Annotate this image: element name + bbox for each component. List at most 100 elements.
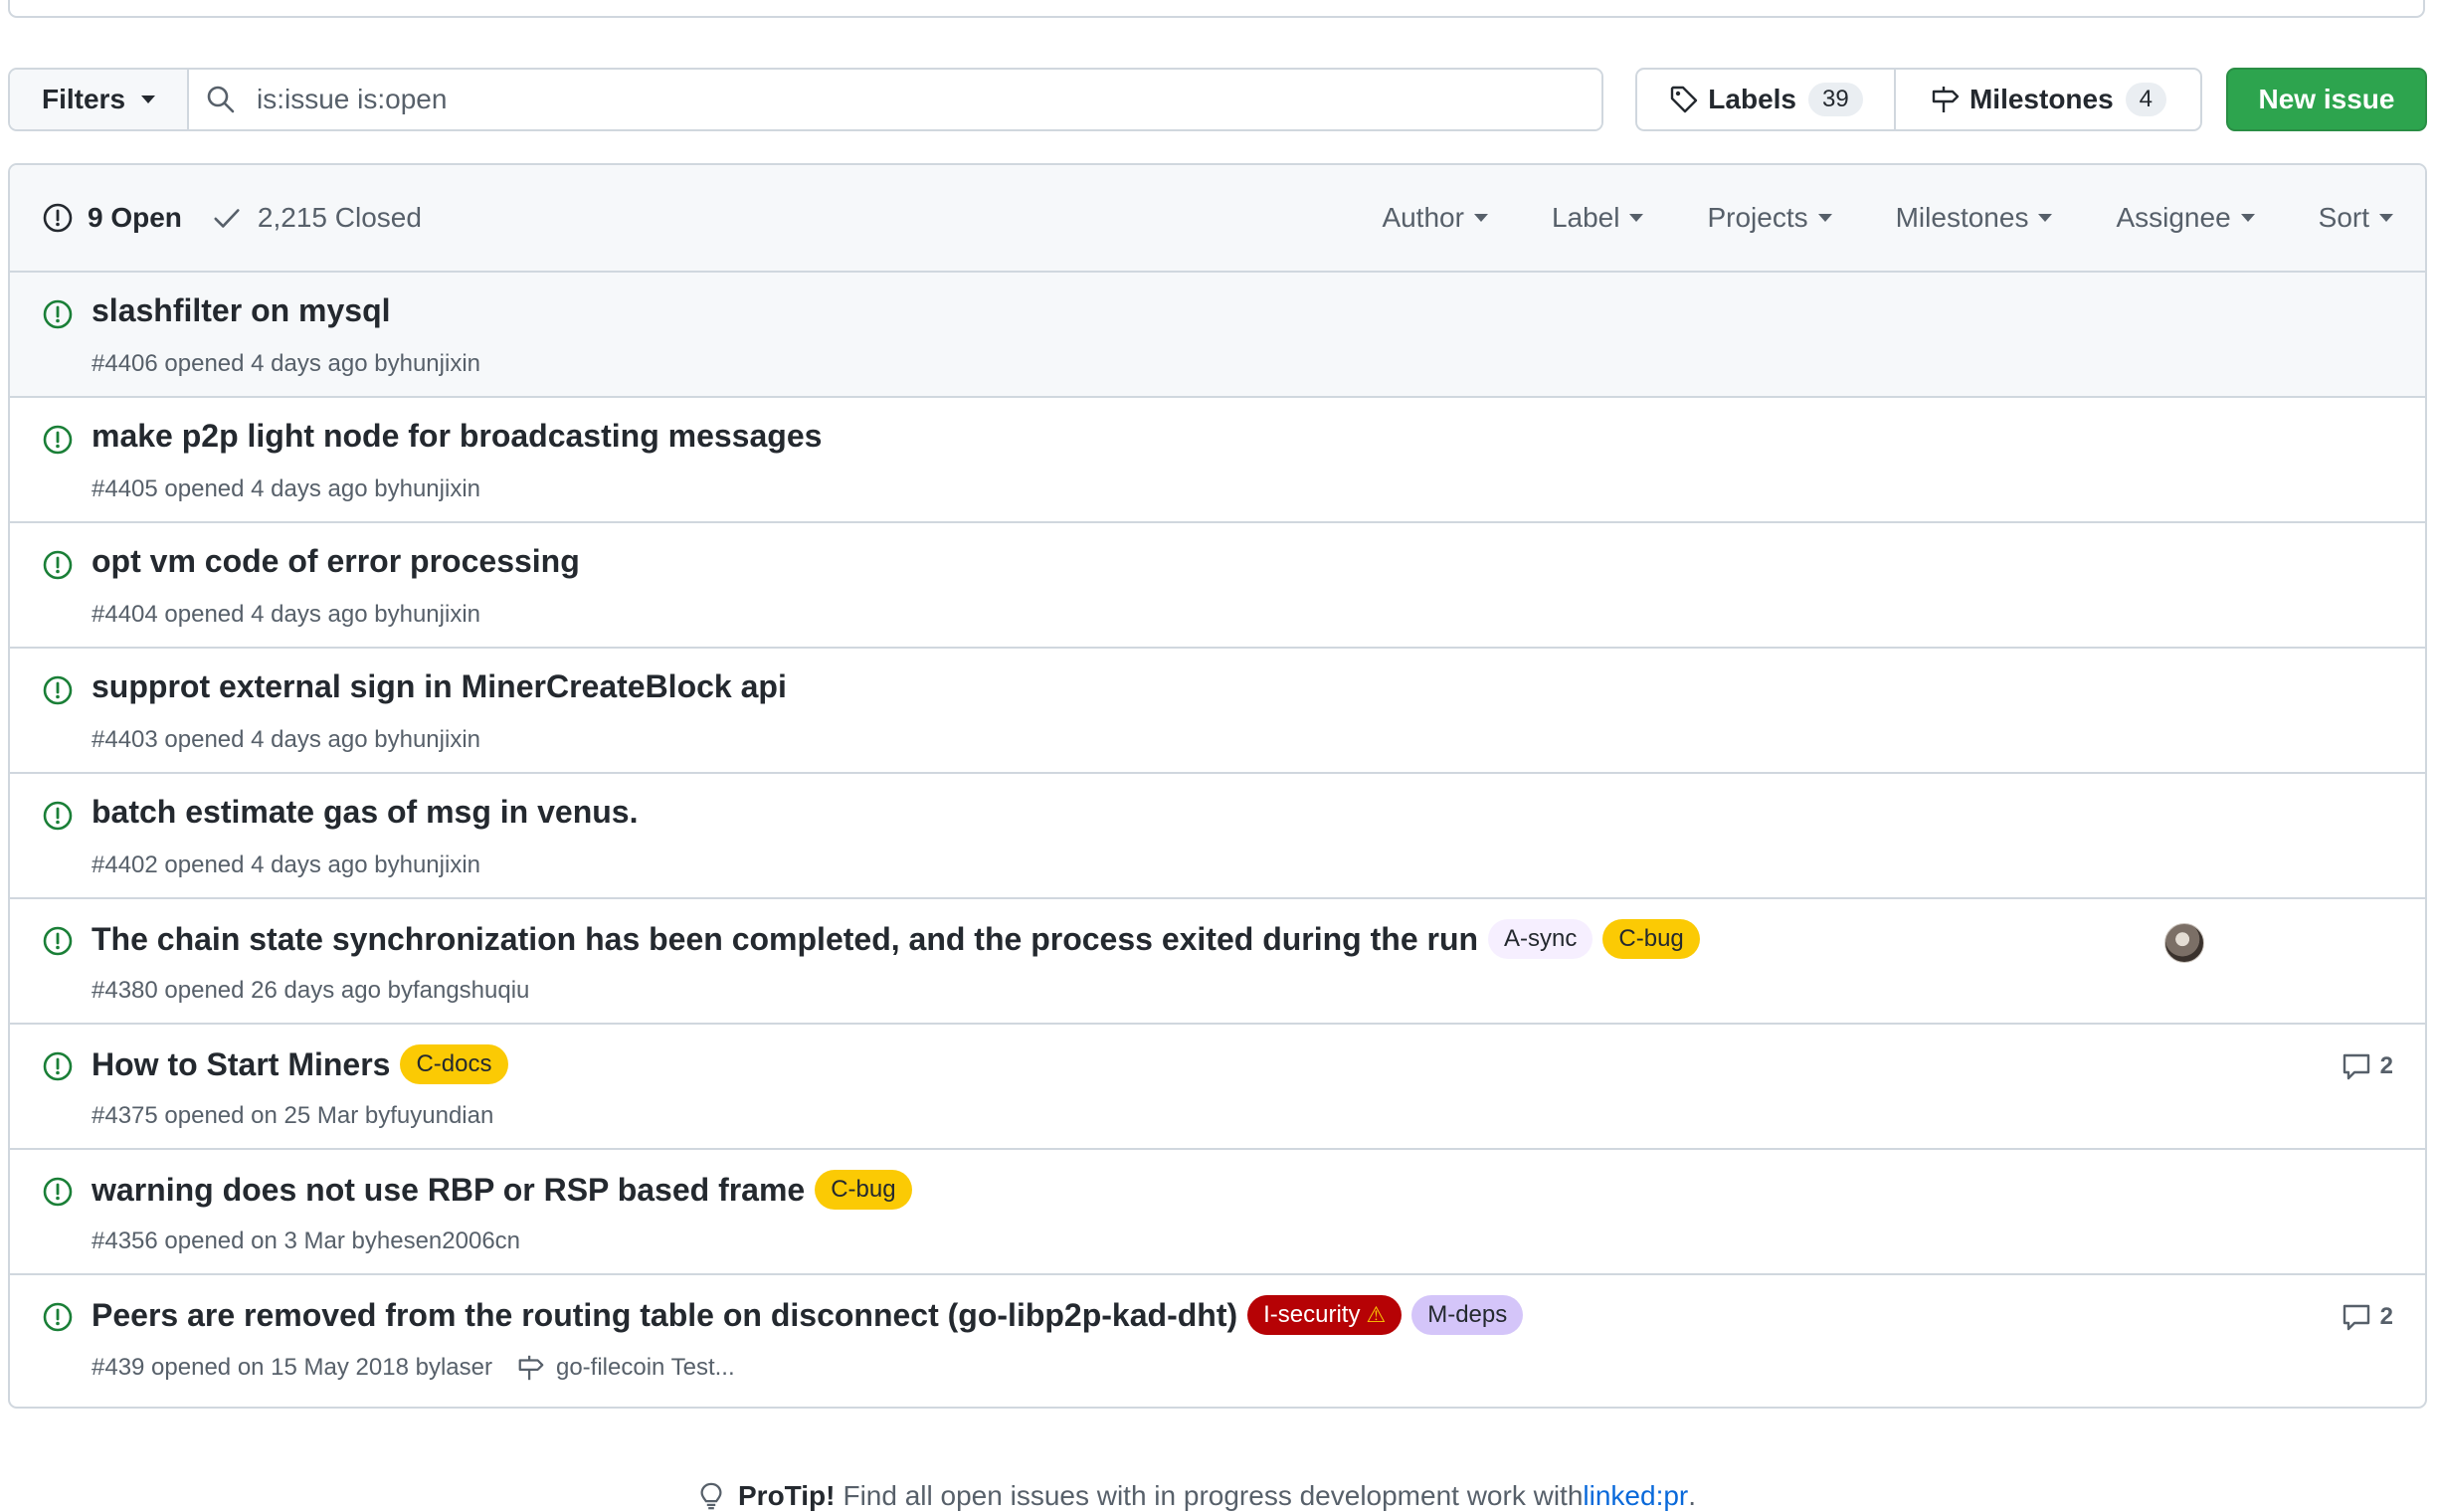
- label-c-bug[interactable]: C-bug: [1602, 919, 1700, 959]
- label-c-docs[interactable]: C-docs: [400, 1044, 508, 1084]
- milestones-count: 4: [2125, 83, 2167, 116]
- labels-milestones-group: Labels 39 Milestones 4: [1635, 68, 2202, 131]
- protip-text: Find all open issues with in progress de…: [843, 1480, 1584, 1511]
- issue-title-link[interactable]: How to Start Miners: [92, 1046, 390, 1083]
- comments-count: 2: [2379, 1303, 2393, 1330]
- issue-row[interactable]: Peers are removed from the routing table…: [10, 1275, 2425, 1401]
- issue-row[interactable]: batch estimate gas of msg in venus. #440…: [10, 774, 2425, 899]
- protip: ProTip! Find all open issues with in pro…: [696, 1480, 1696, 1512]
- search-field-wrap: [189, 70, 1601, 129]
- issue-title-link[interactable]: warning does not use RBP or RSP based fr…: [92, 1172, 805, 1209]
- protip-lead: ProTip!: [738, 1480, 836, 1511]
- issue-row[interactable]: opt vm code of error processing #4404 op…: [10, 523, 2425, 649]
- search-icon: [207, 86, 235, 113]
- label-m-deps[interactable]: M-deps: [1411, 1295, 1524, 1335]
- issue-opened-icon: [43, 801, 73, 831]
- issue-opened-icon: [43, 550, 73, 580]
- issue-author-link[interactable]: laser: [441, 1354, 492, 1382]
- milestones-filter[interactable]: Milestones: [1896, 202, 2053, 234]
- label-a-sync[interactable]: A-sync: [1488, 919, 1593, 959]
- issue-author-link[interactable]: fangshuqiu: [413, 977, 529, 1005]
- issue-title-link[interactable]: The chain state synchronization has been…: [92, 921, 1478, 958]
- issue-meta-text: #4402 opened 4 days ago by: [92, 851, 400, 878]
- issue-title-link[interactable]: opt vm code of error processing: [92, 543, 580, 580]
- issue-title-link[interactable]: supprot external sign in MinerCreateBloc…: [92, 668, 787, 705]
- labels-button[interactable]: Labels 39: [1637, 70, 1896, 129]
- issue-opened-icon: [43, 926, 73, 956]
- issue-row[interactable]: make p2p light node for broadcasting mes…: [10, 398, 2425, 523]
- issue-row[interactable]: The chain state synchronization has been…: [10, 899, 2425, 1025]
- issue-meta: #439 opened on 15 May 2018 by laser go-f…: [92, 1353, 735, 1383]
- issue-meta-text: #439 opened on 15 May 2018 by: [92, 1354, 441, 1381]
- label-i-security[interactable]: I-security ⚠: [1247, 1295, 1403, 1335]
- issue-row[interactable]: supprot external sign in MinerCreateBloc…: [10, 649, 2425, 774]
- comment-icon: [2343, 1053, 2369, 1080]
- issue-milestone-link[interactable]: go-filecoin Test...: [516, 1353, 735, 1383]
- issue-title-line: slashfilter on mysql: [92, 292, 391, 329]
- issue-title-link[interactable]: Peers are removed from the routing table…: [92, 1297, 1237, 1334]
- open-issues-tab[interactable]: 9 Open: [42, 202, 182, 234]
- issue-row[interactable]: warning does not use RBP or RSP based fr…: [10, 1150, 2425, 1275]
- issue-row[interactable]: How to Start Miners C-docs #4375 opened …: [10, 1025, 2425, 1150]
- issue-title-link[interactable]: batch estimate gas of msg in venus.: [92, 794, 638, 831]
- issue-title-link[interactable]: make p2p light node for broadcasting mes…: [92, 418, 822, 455]
- issue-meta-text: #4356 opened on 3 Mar by: [92, 1228, 377, 1254]
- sort-filter[interactable]: Sort: [2319, 202, 2393, 234]
- issue-meta-text: #4380 opened 26 days ago by: [92, 977, 413, 1004]
- issue-meta-text: #4403 opened 4 days ago by: [92, 726, 400, 753]
- issue-author-link[interactable]: hunjixin: [400, 726, 480, 754]
- protip-link[interactable]: linked:pr: [1583, 1480, 1688, 1512]
- issue-meta: #4356 opened on 3 Mar by hesen2006cn: [92, 1228, 520, 1255]
- issue-meta: #4403 opened 4 days ago by hunjixin: [92, 726, 480, 754]
- issues-list-box: 9 Open 2,215 Closed Author Label Project…: [8, 163, 2427, 1409]
- header-filter-menus: Author Label Projects Milestones Assigne…: [1318, 165, 2393, 271]
- new-issue-button[interactable]: New issue: [2226, 68, 2427, 131]
- issues-list-header: 9 Open 2,215 Closed Author Label Project…: [10, 165, 2425, 273]
- issue-meta: #4402 opened 4 days ago by hunjixin: [92, 851, 480, 879]
- issue-author-link[interactable]: fuyundian: [390, 1102, 493, 1130]
- caret-down-icon: [2240, 214, 2255, 222]
- comments-link[interactable]: 2: [2341, 1050, 2393, 1082]
- issue-opened-icon: [43, 299, 73, 329]
- issue-author-link[interactable]: hunjixin: [400, 350, 480, 378]
- milestones-button[interactable]: Milestones 4: [1896, 70, 2200, 129]
- issue-meta-text: #4406 opened 4 days ago by: [92, 350, 400, 377]
- issue-meta: #4404 opened 4 days ago by hunjixin: [92, 601, 480, 629]
- milestone-icon: [1932, 87, 1960, 112]
- issue-author-link[interactable]: hunjixin: [400, 475, 480, 503]
- issue-title-line: warning does not use RBP or RSP based fr…: [92, 1170, 912, 1210]
- comments-count: 2: [2379, 1052, 2393, 1079]
- label-i-security-text: I-security: [1263, 1301, 1361, 1328]
- issue-title-line: Peers are removed from the routing table…: [92, 1295, 1524, 1335]
- caret-down-icon: [1629, 214, 1644, 222]
- filters-dropdown-button[interactable]: Filters: [10, 70, 189, 129]
- comment-icon: [2343, 1304, 2369, 1331]
- issue-author-link[interactable]: hunjixin: [400, 601, 480, 629]
- issue-author-link[interactable]: hunjixin: [400, 851, 480, 879]
- closed-issues-tab[interactable]: 2,215 Closed: [212, 202, 422, 234]
- author-filter[interactable]: Author: [1382, 202, 1488, 234]
- label-c-bug[interactable]: C-bug: [815, 1170, 912, 1210]
- search-input[interactable]: [257, 70, 1601, 129]
- issue-title-link[interactable]: slashfilter on mysql: [92, 292, 391, 329]
- projects-filter[interactable]: Projects: [1707, 202, 1832, 234]
- issue-title-line: The chain state synchronization has been…: [92, 919, 1700, 959]
- protip-tail: .: [1688, 1480, 1697, 1511]
- issue-title-line: supprot external sign in MinerCreateBloc…: [92, 668, 787, 705]
- label-filter[interactable]: Label: [1552, 202, 1644, 234]
- issue-meta: #4380 opened 26 days ago by fangshuqiu: [92, 977, 529, 1005]
- issue-meta-text: #4405 opened 4 days ago by: [92, 475, 400, 502]
- caret-down-icon: [1817, 214, 1832, 222]
- tag-icon: [1671, 86, 1698, 113]
- issue-title-line: opt vm code of error processing: [92, 543, 580, 580]
- issue-author-link[interactable]: hesen2006cn: [377, 1228, 520, 1255]
- issue-title-line: batch estimate gas of msg in venus.: [92, 794, 638, 831]
- issue-row[interactable]: slashfilter on mysql #4406 opened 4 days…: [10, 273, 2425, 398]
- open-count-label: 9 Open: [88, 202, 182, 233]
- issue-opened-icon: [43, 1177, 73, 1207]
- assignee-avatar[interactable]: [2164, 923, 2204, 963]
- issue-meta-text: #4375 opened on 25 Mar by: [92, 1102, 391, 1129]
- assignee-filter[interactable]: Assignee: [2116, 202, 2255, 234]
- issue-opened-icon: [43, 1302, 73, 1332]
- comments-link[interactable]: 2: [2341, 1301, 2393, 1333]
